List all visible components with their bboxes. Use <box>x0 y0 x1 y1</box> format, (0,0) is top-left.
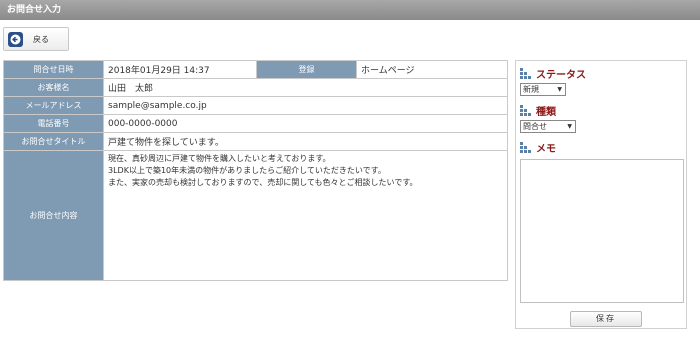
table-row: 電話番号 000-0000-0000 <box>3 114 508 133</box>
phone-value: 000-0000-0000 <box>103 114 508 133</box>
email-label: メールアドレス <box>3 96 104 115</box>
registered-label: 登録 <box>256 60 357 79</box>
back-arrow-icon <box>8 31 23 47</box>
table-row: お客様名 山田 太郎 <box>3 78 508 97</box>
status-selected-value: 新規 <box>523 85 539 94</box>
type-section-header: 種類 <box>520 103 682 118</box>
name-value: 山田 太郎 <box>103 78 508 97</box>
name-label: お客様名 <box>3 78 104 97</box>
back-button[interactable]: 戻る <box>3 27 69 51</box>
status-section-header: ステータス <box>520 66 682 81</box>
table-row: お問合せ内容 現在、真砂周辺に戸建て物件を購入したいと考えております。 3LDK… <box>3 150 508 281</box>
content-value: 現在、真砂周辺に戸建て物件を購入したいと考えております。 3LDK以上で築10年… <box>103 150 508 281</box>
blocks-icon <box>520 67 531 79</box>
content-line: 現在、真砂周辺に戸建て物件を購入したいと考えております。 <box>108 154 331 163</box>
memo-textarea[interactable] <box>520 159 684 303</box>
memo-section-header: メモ <box>520 140 682 155</box>
chevron-down-icon: ▼ <box>557 86 562 93</box>
blocks-icon <box>520 104 531 116</box>
phone-label: 電話番号 <box>3 114 104 133</box>
content-line: 3LDK以上で築10年未満の物件がありましたらご紹介していただきたいです。 <box>108 166 386 175</box>
subject-value: 戸建て物件を探しています。 <box>103 132 508 151</box>
subject-label: お問合せタイトル <box>3 132 104 151</box>
page-title: お問合せ入力 <box>7 5 62 15</box>
type-title: 種類 <box>536 106 556 118</box>
inquiry-info-table: 問合せ日時 2018年01月29日 14:37 登録 ホームページ お客様名 山… <box>3 60 508 281</box>
blocks-icon <box>520 141 531 153</box>
content-line: また、実家の売却も検討しておりますので、売却に関しても色々とご相談したいです。 <box>108 178 418 187</box>
date-label: 問合せ日時 <box>3 60 104 79</box>
content-label: お問合せ内容 <box>3 150 104 281</box>
table-row: お問合せタイトル 戸建て物件を探しています。 <box>3 132 508 151</box>
status-select[interactable]: 新規 ▼ <box>520 83 566 96</box>
side-panel: ステータス 新規 ▼ 種類 問合せ ▼ メモ 保存 <box>515 60 687 329</box>
table-row: 問合せ日時 2018年01月29日 14:37 登録 ホームページ <box>3 60 508 79</box>
back-button-label: 戻る <box>33 34 49 44</box>
date-value: 2018年01月29日 14:37 <box>103 60 257 79</box>
status-title: ステータス <box>536 69 586 81</box>
page-title-bar: お問合せ入力 <box>0 0 700 20</box>
save-button[interactable]: 保存 <box>570 311 642 327</box>
type-selected-value: 問合せ <box>523 122 547 131</box>
memo-title: メモ <box>536 143 556 155</box>
chevron-down-icon: ▼ <box>567 123 572 130</box>
table-row: メールアドレス sample@sample.co.jp <box>3 96 508 115</box>
registered-value: ホームページ <box>356 60 508 79</box>
type-select[interactable]: 問合せ ▼ <box>520 120 576 133</box>
email-value: sample@sample.co.jp <box>103 96 508 115</box>
